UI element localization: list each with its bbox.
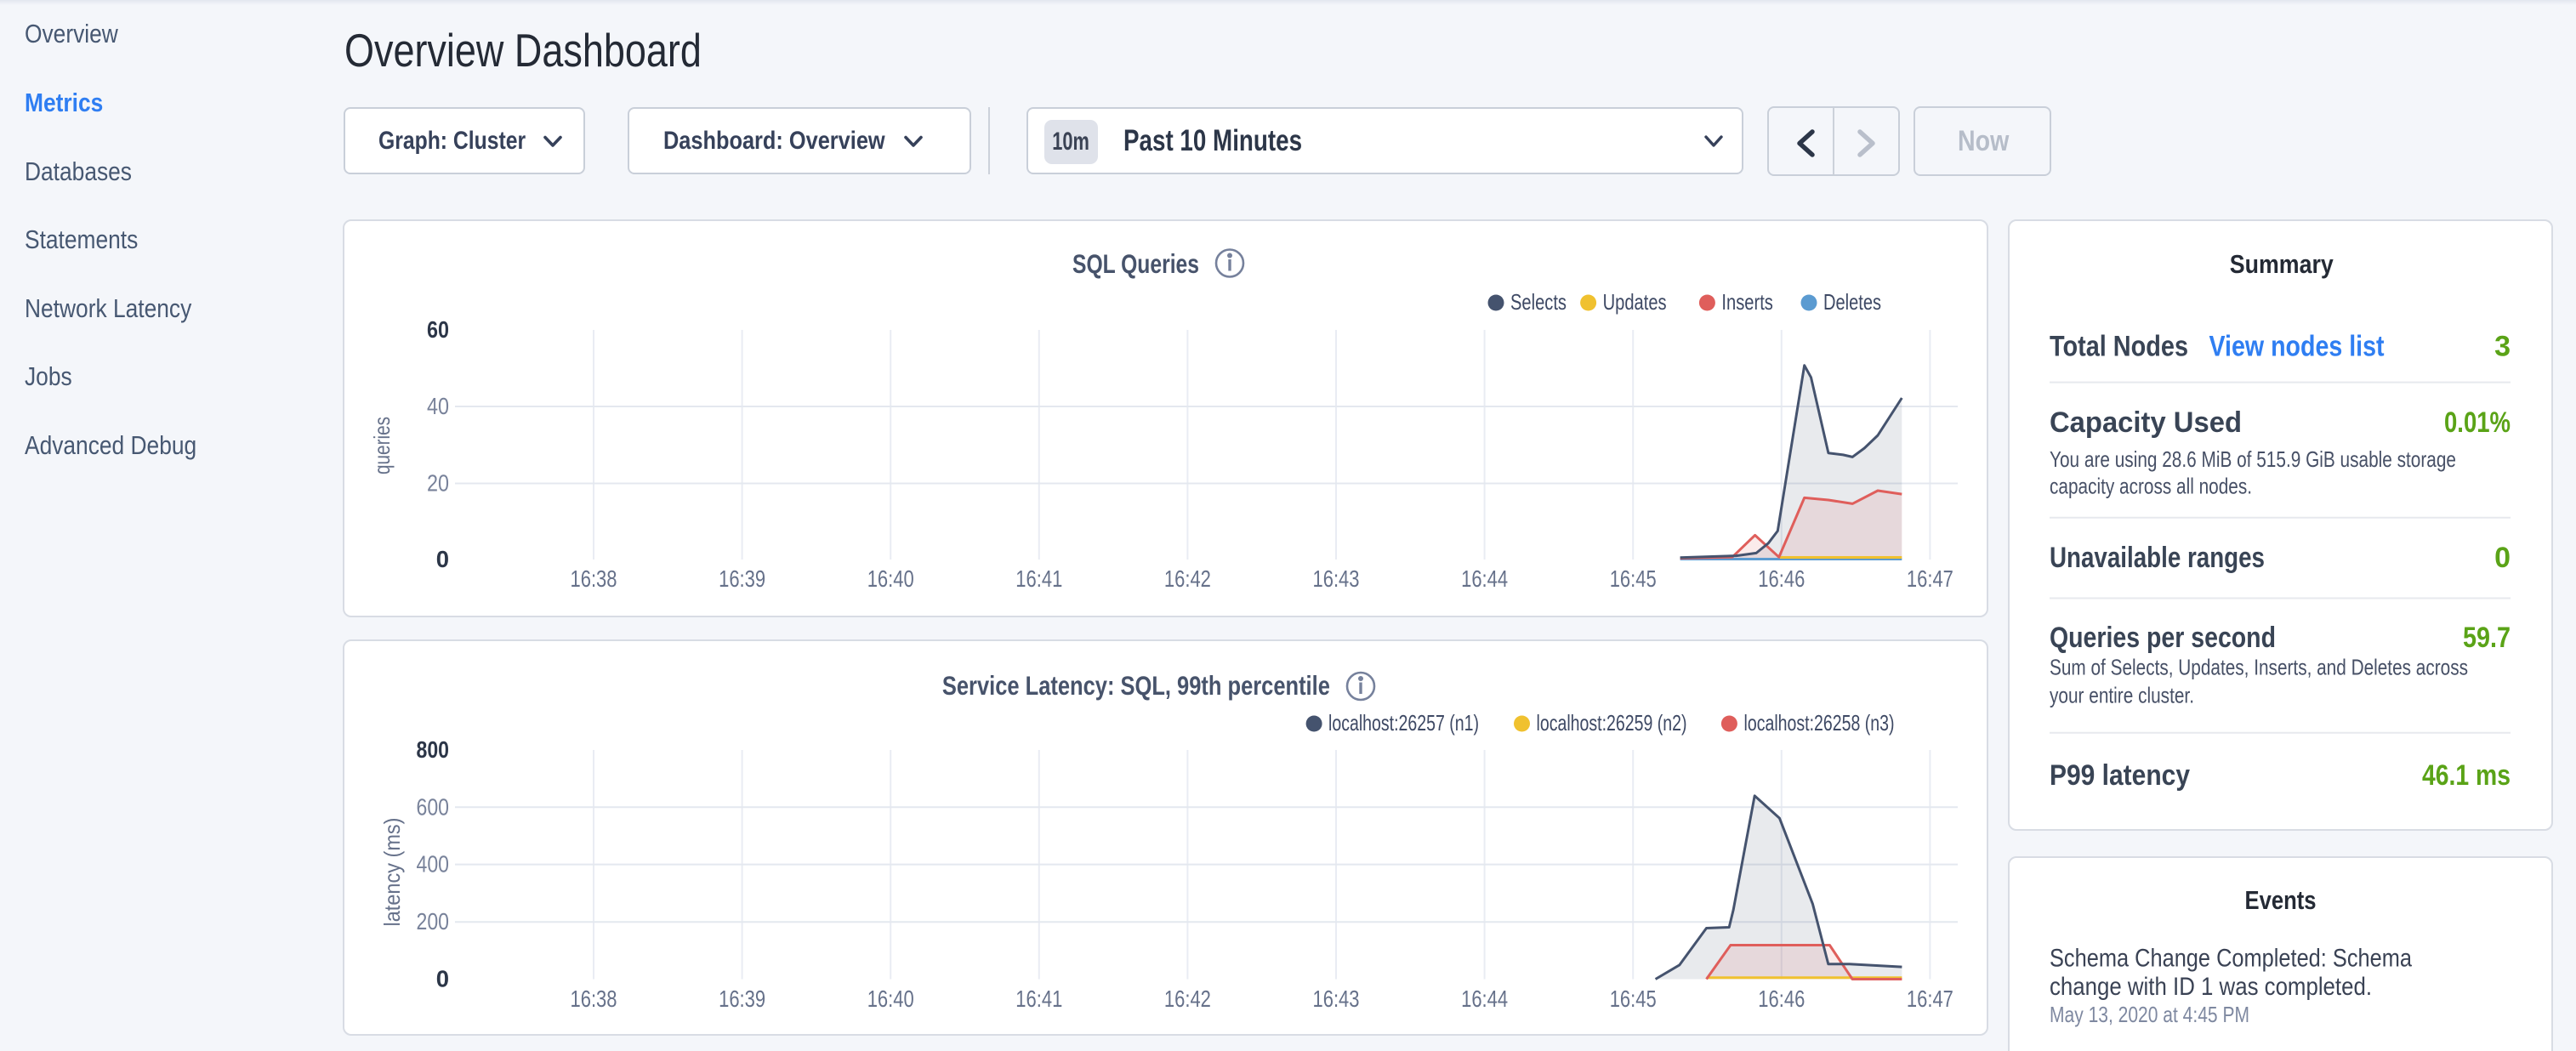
svg-text:16:38: 16:38 — [571, 986, 617, 1012]
svg-text:16:47: 16:47 — [1907, 565, 1953, 592]
svg-text:200: 200 — [417, 908, 450, 935]
svg-text:16:45: 16:45 — [1610, 565, 1657, 592]
svg-text:change with ID 1 was completed: change with ID 1 was completed. — [2050, 973, 2372, 1001]
svg-text:16:39: 16:39 — [719, 565, 765, 592]
svg-text:16:43: 16:43 — [1313, 986, 1360, 1012]
svg-text:59.7: 59.7 — [2463, 622, 2511, 654]
svg-text:0: 0 — [436, 546, 449, 572]
svg-text:capacity across all nodes.: capacity across all nodes. — [2050, 473, 2252, 498]
svg-text:20: 20 — [427, 470, 449, 497]
svg-text:16:44: 16:44 — [1461, 565, 1508, 592]
svg-text:Schema Change Completed: Schem: Schema Change Completed: Schema — [2050, 945, 2412, 973]
svg-text:16:45: 16:45 — [1610, 986, 1657, 1012]
svg-text:latency (ms): latency (ms) — [379, 818, 405, 927]
svg-text:Capacity Used: Capacity Used — [2050, 406, 2242, 439]
svg-text:queries: queries — [369, 417, 395, 474]
svg-text:16:42: 16:42 — [1164, 565, 1211, 592]
svg-text:May 13, 2020 at 4:45 PM: May 13, 2020 at 4:45 PM — [2050, 1002, 2249, 1027]
svg-text:localhost:26257 (n1): localhost:26257 (n1) — [1328, 710, 1479, 736]
svg-text:3: 3 — [2494, 331, 2511, 363]
svg-text:SQL Queries: SQL Queries — [1072, 248, 1199, 279]
svg-text:0: 0 — [2494, 542, 2511, 574]
svg-text:16:42: 16:42 — [1164, 986, 1211, 1012]
svg-text:600: 600 — [417, 793, 450, 820]
svg-text:0: 0 — [436, 966, 449, 992]
svg-text:P99 latency: P99 latency — [2050, 759, 2190, 792]
svg-text:Unavailable ranges: Unavailable ranges — [2050, 542, 2265, 574]
svg-text:40: 40 — [427, 393, 449, 419]
svg-text:16:43: 16:43 — [1313, 565, 1360, 592]
svg-text:View nodes list: View nodes list — [2209, 331, 2385, 363]
svg-text:16:46: 16:46 — [1758, 986, 1805, 1012]
svg-text:your entire cluster.: your entire cluster. — [2050, 683, 2194, 708]
svg-text:Summary: Summary — [2230, 250, 2334, 279]
svg-text:16:39: 16:39 — [719, 986, 765, 1012]
svg-text:Selects: Selects — [1510, 289, 1567, 315]
svg-text:16:46: 16:46 — [1758, 565, 1805, 592]
svg-text:16:41: 16:41 — [1015, 986, 1062, 1012]
svg-text:localhost:26259 (n2): localhost:26259 (n2) — [1537, 710, 1687, 736]
svg-text:16:40: 16:40 — [867, 986, 914, 1012]
svg-text:Total Nodes: Total Nodes — [2050, 331, 2188, 363]
svg-text:Queries per second: Queries per second — [2050, 622, 2276, 654]
svg-text:Service Latency: SQL, 99th per: Service Latency: SQL, 99th percentile — [942, 670, 1330, 701]
svg-text:60: 60 — [427, 316, 449, 343]
svg-text:Updates: Updates — [1603, 289, 1667, 315]
svg-text:Inserts: Inserts — [1721, 289, 1772, 315]
svg-text:16:44: 16:44 — [1461, 986, 1508, 1012]
svg-text:16:47: 16:47 — [1907, 986, 1953, 1012]
svg-text:You are using 28.6 MiB of 515.: You are using 28.6 MiB of 515.9 GiB usab… — [2050, 446, 2456, 472]
svg-text:16:38: 16:38 — [571, 565, 617, 592]
svg-text:400: 400 — [417, 851, 450, 878]
svg-text:localhost:26258 (n3): localhost:26258 (n3) — [1744, 710, 1895, 736]
svg-text:16:41: 16:41 — [1015, 565, 1062, 592]
svg-text:Events: Events — [2245, 886, 2317, 915]
svg-text:Deletes: Deletes — [1823, 289, 1881, 315]
svg-text:46.1 ms: 46.1 ms — [2422, 759, 2511, 792]
svg-text:Sum of Selects, Updates, Inser: Sum of Selects, Updates, Inserts, and De… — [2050, 655, 2468, 680]
svg-text:16:40: 16:40 — [867, 565, 914, 592]
svg-text:800: 800 — [417, 736, 450, 763]
svg-text:0.01%: 0.01% — [2444, 406, 2511, 439]
